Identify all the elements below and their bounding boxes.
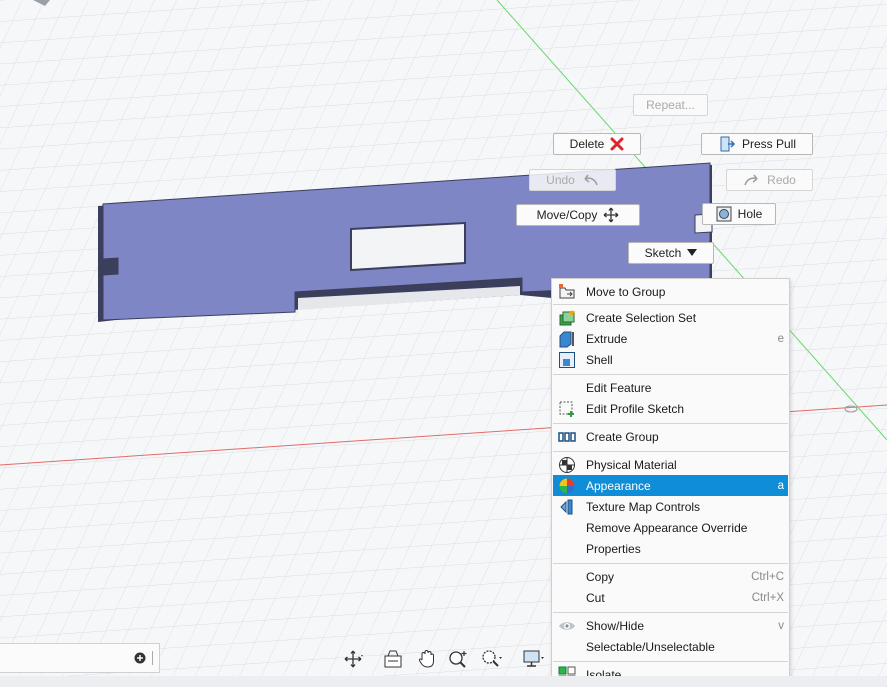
selection-set-icon [559,310,575,326]
menu-separator [553,423,788,424]
hole-button[interactable]: Hole [702,203,776,225]
menu-separator [553,451,788,452]
sketch-label: Sketch [644,246,682,260]
menu-item-create-selection-set[interactable]: Create Selection Set [553,307,788,328]
menu-item-cut[interactable]: Cut Ctrl+X [553,587,788,608]
menu-item-shortcut: a [777,479,784,492]
zoom-window-icon[interactable] [480,648,502,670]
menu-item-properties[interactable]: Properties [553,538,788,559]
menu-item-label: Edit Feature [586,380,652,395]
menu-item-label: Remove Appearance Override [586,520,748,535]
comments-panel[interactable] [0,643,160,673]
look-at-icon[interactable] [382,648,404,670]
menu-item-appearance[interactable]: Appearance a [553,475,788,496]
extrude-icon [559,331,574,348]
sketch-dropdown-button[interactable]: Sketch [628,242,714,264]
press-pull-label: Press Pull [741,137,797,151]
press-pull-icon [720,136,736,152]
menu-item-edit-profile-sketch[interactable]: Edit Profile Sketch [553,398,788,419]
menu-item-label: Create Group [586,429,659,444]
menu-item-label: Shell [586,352,613,367]
delete-button[interactable]: Delete [553,133,641,155]
menu-item-label: Texture Map Controls [586,499,701,514]
undo-label: Undo [546,173,575,187]
menu-item-label: Cut [586,590,605,605]
menu-item-label: Appearance [586,478,651,493]
menu-item-edit-feature[interactable]: Edit Feature [553,377,788,398]
delete-x-icon [610,137,624,151]
menu-item-shortcut: Ctrl+X [751,591,784,604]
texture-map-icon [560,499,573,515]
menu-item-texture-map-controls[interactable]: Texture Map Controls [553,496,788,517]
panel-handle[interactable] [152,651,153,665]
undo-arrow-icon [584,174,598,186]
orbit-icon[interactable] [342,648,364,670]
menu-item-physical-material[interactable]: Physical Material [553,454,788,475]
menu-separator [553,661,788,662]
appearance-icon [559,478,575,494]
undo-button[interactable]: Undo [529,169,616,191]
add-comment-icon[interactable] [134,652,146,664]
menu-item-shell[interactable]: Shell [553,349,788,370]
move-copy-label: Move/Copy [536,208,598,222]
zoom-icon[interactable] [447,648,469,670]
group-icon [558,432,576,442]
hole-icon [716,206,732,222]
menu-item-label: Copy [586,569,615,584]
hole-label: Hole [737,207,763,221]
menu-separator [553,374,788,375]
press-pull-button[interactable]: Press Pull [701,133,813,155]
chevron-down-icon [687,249,698,256]
menu-item-selectable-unselectable[interactable]: Selectable/Unselectable [553,636,788,657]
menu-item-label: Physical Material [586,457,677,472]
menu-item-copy[interactable]: Copy Ctrl+C [553,566,788,587]
repeat-button[interactable]: Repeat... [633,94,708,116]
shell-icon [559,352,575,368]
menu-separator [553,612,788,613]
menu-separator [553,563,788,564]
menu-item-extrude[interactable]: Extrude e [553,328,788,349]
status-strip [0,676,887,687]
menu-item-move-to-group[interactable]: Move to Group [553,281,788,302]
display-settings-icon[interactable] [522,648,544,670]
menu-item-create-group[interactable]: Create Group [553,426,788,447]
menu-item-label: Selectable/Unselectable [586,639,715,654]
menu-item-label: Extrude [586,331,628,346]
menu-item-label: Edit Profile Sketch [586,401,685,416]
move-copy-button[interactable]: Move/Copy [516,204,640,226]
menu-item-label: Move to Group [586,284,666,299]
physical-material-icon [559,457,575,473]
body-cutout-window [350,221,466,272]
delete-label: Delete [569,137,605,151]
menu-item-shortcut: v [778,619,784,632]
menu-item-label: Create Selection Set [586,310,697,325]
menu-item-label: Properties [586,541,641,556]
redo-arrow-icon [744,174,758,186]
redo-button[interactable]: Redo [726,169,813,191]
menu-item-shortcut: e [777,332,784,345]
move-to-group-icon [559,284,575,299]
menu-item-remove-appearance-override[interactable]: Remove Appearance Override [553,517,788,538]
menu-item-show-hide[interactable]: Show/Hide v [553,615,788,636]
menu-separator [553,304,788,305]
redo-label: Redo [767,173,796,187]
eye-icon [559,622,575,630]
menu-item-label: Show/Hide [586,618,645,633]
edit-profile-sketch-icon [559,401,574,417]
context-menu: Move to Group Create Selection Set Extru… [551,278,790,687]
move-arrows-icon [603,207,619,223]
repeat-label: Repeat... [646,98,695,112]
pan-icon[interactable] [416,648,438,670]
menu-item-shortcut: Ctrl+C [751,570,784,583]
